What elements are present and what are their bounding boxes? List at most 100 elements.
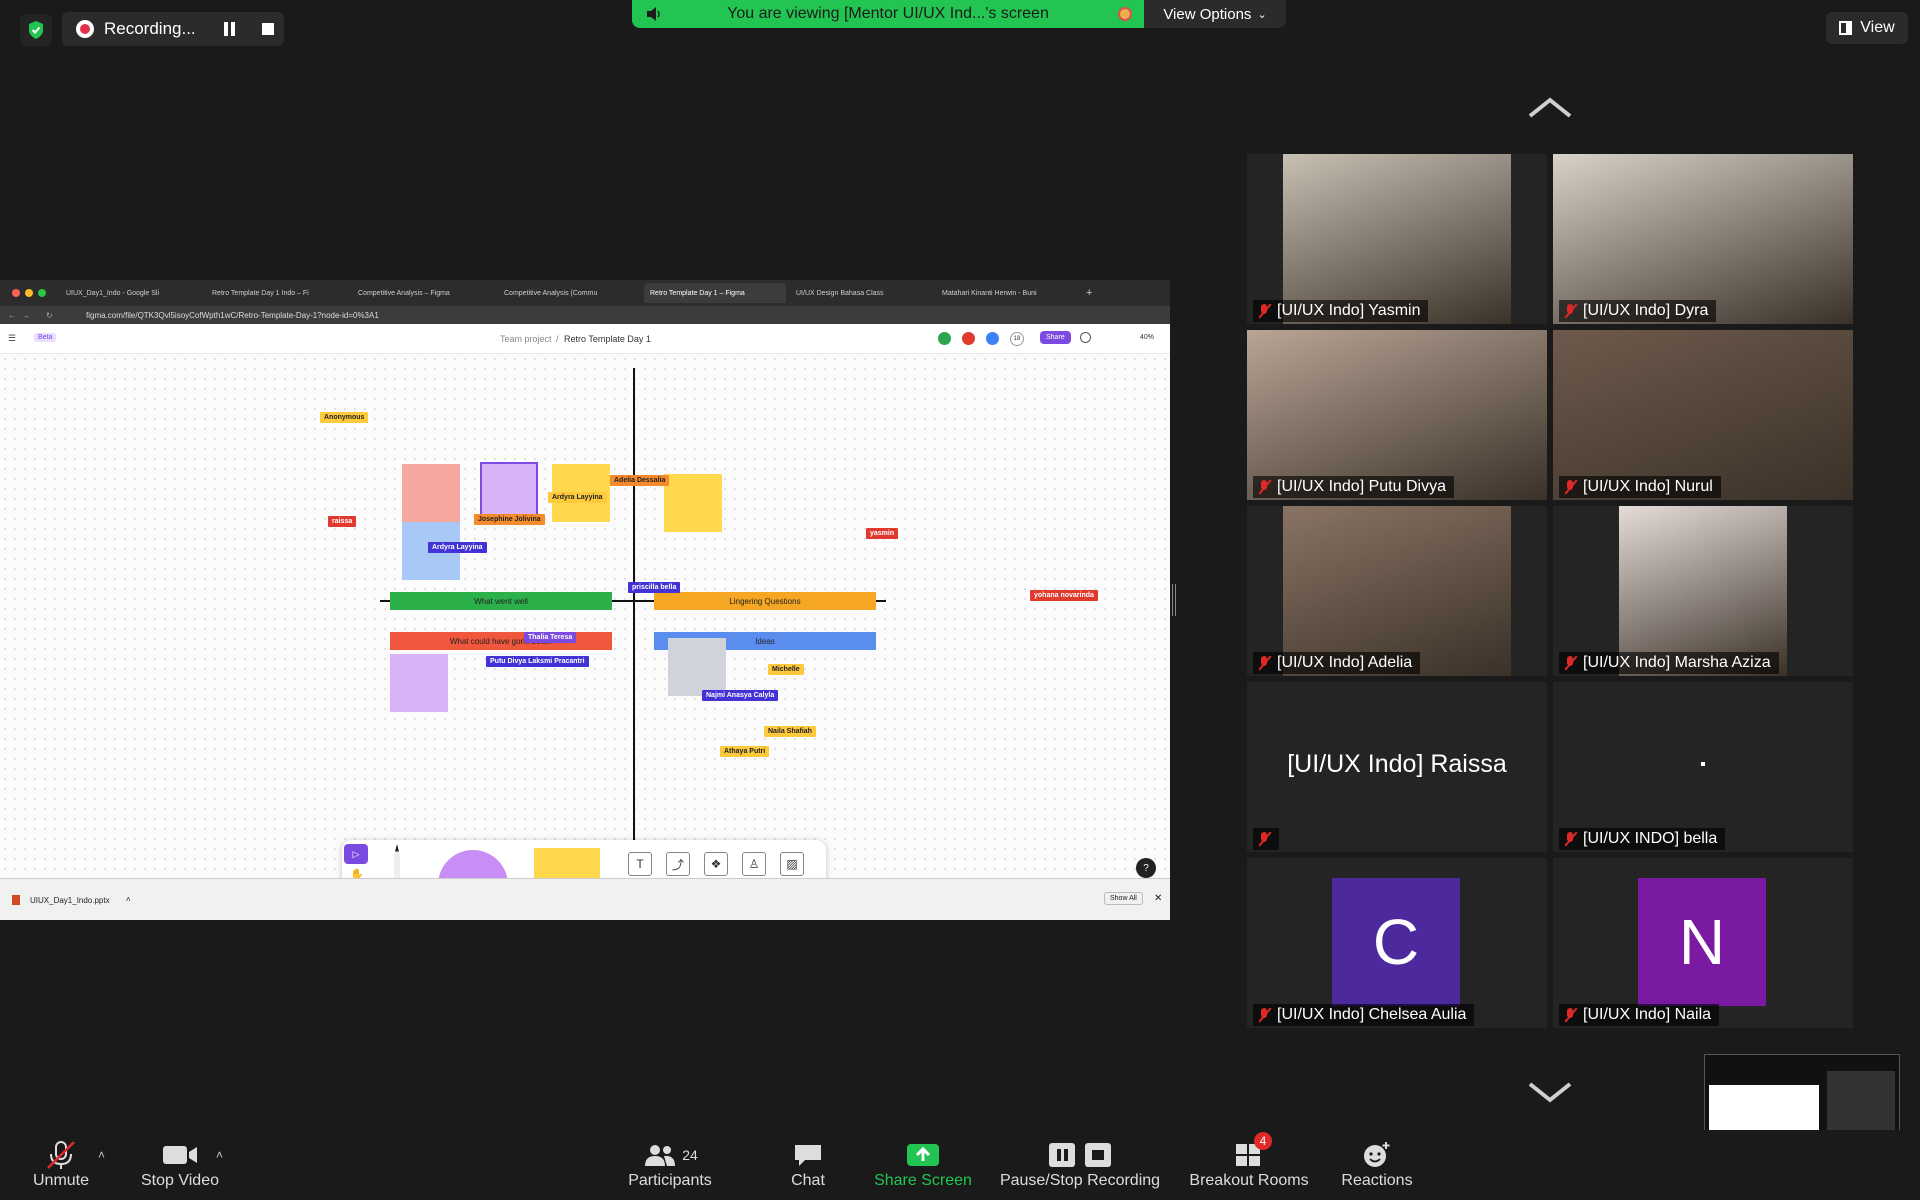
- sticky-note[interactable]: [664, 474, 722, 532]
- chevron-down-icon: ⌄: [1257, 8, 1267, 21]
- video-feed: [1283, 506, 1511, 676]
- breadcrumb-project[interactable]: Team project: [500, 334, 552, 344]
- figma-canvas[interactable]: What went well Lingering Questions What …: [0, 354, 1170, 920]
- select-tool-icon[interactable]: ▷: [344, 844, 368, 864]
- breakout-rooms-button[interactable]: 4 Breakout Rooms: [1186, 1132, 1312, 1200]
- unmute-button[interactable]: Unmute: [30, 1140, 92, 1200]
- speaker-icon: [646, 6, 664, 27]
- breadcrumb-file[interactable]: Retro Template Day 1: [564, 334, 651, 344]
- security-shield-icon[interactable]: [20, 14, 52, 46]
- viewing-banner: You are viewing [Mentor UI/UX Ind...'s s…: [632, 0, 1144, 28]
- participant-tile-naila[interactable]: N [UI/UX Indo] Naila: [1553, 858, 1853, 1028]
- pause-stop-recording-button[interactable]: Pause/Stop Recording: [996, 1140, 1164, 1200]
- gallery-up-chevron-icon[interactable]: [1526, 96, 1574, 125]
- avatar: C: [1332, 878, 1460, 1006]
- figma-share-button[interactable]: Share: [1040, 331, 1071, 344]
- browser-tab[interactable]: Matahari Kinanti Herwin - Buni: [936, 283, 1078, 303]
- viewer-count-badge[interactable]: 18: [1010, 332, 1024, 346]
- participant-name: [UI/UX Indo] Putu Divya: [1277, 478, 1446, 495]
- video-options-caret-icon[interactable]: ˄: [216, 1148, 223, 1162]
- sticky-note[interactable]: [668, 638, 726, 696]
- quadrant-lingering[interactable]: Lingering Questions: [654, 592, 876, 610]
- pen-tool-icon[interactable]: [394, 844, 400, 882]
- stop-recording-icon[interactable]: [261, 23, 274, 35]
- sticky-note[interactable]: [480, 462, 538, 520]
- comment-icon[interactable]: [1080, 332, 1091, 343]
- resize-handle[interactable]: [1172, 584, 1176, 616]
- participant-name: [UI/UX Indo] Dyra: [1583, 302, 1709, 319]
- pause-stop-recording-label: Pause/Stop Recording: [999, 1172, 1161, 1189]
- recording-controls-icon: [1047, 1140, 1113, 1170]
- participants-icon: 24: [642, 1140, 698, 1170]
- sticky-note[interactable]: [402, 464, 460, 522]
- quadrant-could-better[interactable]: What could have gone better: [390, 632, 612, 650]
- minimize-window-icon[interactable]: [25, 289, 33, 297]
- view-button[interactable]: View: [1826, 12, 1908, 44]
- beta-badge: Beta: [34, 333, 57, 342]
- browser-tab[interactable]: UIUX_Day1_Indo - Google Sli: [60, 283, 202, 303]
- participants-button[interactable]: 24 Participants: [624, 1140, 716, 1200]
- stop-video-button[interactable]: Stop Video: [138, 1140, 222, 1200]
- chat-button[interactable]: Chat: [786, 1140, 830, 1200]
- download-chevron-icon[interactable]: ˄: [126, 895, 131, 904]
- browser-tab[interactable]: Competitive Analysis (Commu: [498, 283, 640, 303]
- sticky-note[interactable]: [390, 654, 448, 712]
- participant-tile-nurul[interactable]: [UI/UX Indo] Nurul: [1553, 330, 1853, 500]
- pause-recording-icon[interactable]: [223, 22, 238, 36]
- component-tool-icon[interactable]: ❖: [704, 852, 728, 876]
- view-options-button[interactable]: View Options ⌄: [1144, 0, 1286, 28]
- avatar: [962, 332, 975, 345]
- zoom-level[interactable]: 40%: [1140, 334, 1154, 341]
- stamp-tool-icon[interactable]: ♙: [742, 852, 766, 876]
- close-window-icon[interactable]: [12, 289, 20, 297]
- back-icon[interactable]: ←: [8, 311, 16, 320]
- participant-tile-raissa[interactable]: [UI/UX Indo] Raissa: [1247, 682, 1547, 852]
- gallery-down-chevron-icon[interactable]: [1526, 1080, 1574, 1109]
- download-file-name[interactable]: UIUX_Day1_Indo.pptx: [30, 896, 110, 905]
- help-icon[interactable]: ?: [1136, 858, 1156, 878]
- show-all-button[interactable]: Show All: [1104, 892, 1143, 905]
- participant-name-tag: [UI/UX Indo] Naila: [1559, 1004, 1720, 1026]
- mic-muted-icon: [44, 1140, 78, 1170]
- mic-muted-icon: [1257, 655, 1271, 671]
- shared-screen[interactable]: UIUX_Day1_Indo - Google Sli Retro Templa…: [0, 280, 1170, 920]
- avatar-image: [1619, 506, 1787, 676]
- browser-tab[interactable]: Competitive Analysis – Figma: [352, 283, 494, 303]
- new-tab-icon[interactable]: +: [1086, 287, 1092, 299]
- browser-tab[interactable]: Retro Template Day 1 Indo – Fi: [206, 283, 348, 303]
- mic-muted-icon: [1563, 655, 1577, 671]
- reactions-icon: [1362, 1140, 1392, 1170]
- participant-tile-marsha-aziza[interactable]: [UI/UX Indo] Marsha Aziza: [1553, 506, 1853, 676]
- video-feed: [1553, 330, 1853, 500]
- participant-tile-yasmin[interactable]: [UI/UX Indo] Yasmin: [1247, 154, 1547, 324]
- participant-tile-chelsea-aulia[interactable]: C [UI/UX Indo] Chelsea Aulia: [1247, 858, 1547, 1028]
- view-label: View: [1860, 19, 1895, 36]
- participant-tile-bella[interactable]: [UI/UX INDO] bella: [1553, 682, 1853, 852]
- chat-icon: [793, 1140, 823, 1170]
- maximize-window-icon[interactable]: [38, 289, 46, 297]
- browser-tab[interactable]: UI/UX Design Bahasa Class: [790, 283, 932, 303]
- close-downloads-icon[interactable]: ✕: [1154, 893, 1162, 904]
- cursor-tag: Michelle: [768, 664, 804, 675]
- text-tool-icon[interactable]: T: [628, 852, 652, 876]
- quadrant-vertical-divider: [633, 368, 635, 868]
- figma-menu-icon[interactable]: ☰: [8, 333, 16, 344]
- browser-tab-active[interactable]: Retro Template Day 1 – Figma: [644, 283, 786, 303]
- quadrant-went-well[interactable]: What went well: [390, 592, 612, 610]
- audio-options-caret-icon[interactable]: ˄: [98, 1148, 105, 1162]
- participant-tile-dyra[interactable]: [UI/UX Indo] Dyra: [1553, 154, 1853, 324]
- participant-tile-putu-divya[interactable]: [UI/UX Indo] Putu Divya: [1247, 330, 1547, 500]
- share-screen-button[interactable]: Share Screen: [872, 1140, 974, 1200]
- reload-icon[interactable]: ↻: [46, 311, 53, 320]
- image-tool-icon[interactable]: ▨: [780, 852, 804, 876]
- grid-icon: [1839, 21, 1853, 35]
- browser-url-bar[interactable]: ← → ↻ figma.com/file/QTK3Qvl5isoyCofWpth…: [0, 306, 1170, 324]
- participant-name-tag: [UI/UX Indo] Chelsea Aulia: [1253, 1004, 1475, 1026]
- forward-icon[interactable]: →: [22, 311, 30, 320]
- mic-muted-icon: [1563, 1007, 1577, 1023]
- participant-name-tag: [UI/UX Indo] Nurul: [1559, 476, 1721, 498]
- reactions-button[interactable]: Reactions: [1338, 1140, 1416, 1200]
- video-feed: [1283, 154, 1511, 324]
- connector-tool-icon[interactable]: ⤴: [666, 852, 690, 876]
- participant-tile-adelia[interactable]: [UI/UX Indo] Adelia: [1247, 506, 1547, 676]
